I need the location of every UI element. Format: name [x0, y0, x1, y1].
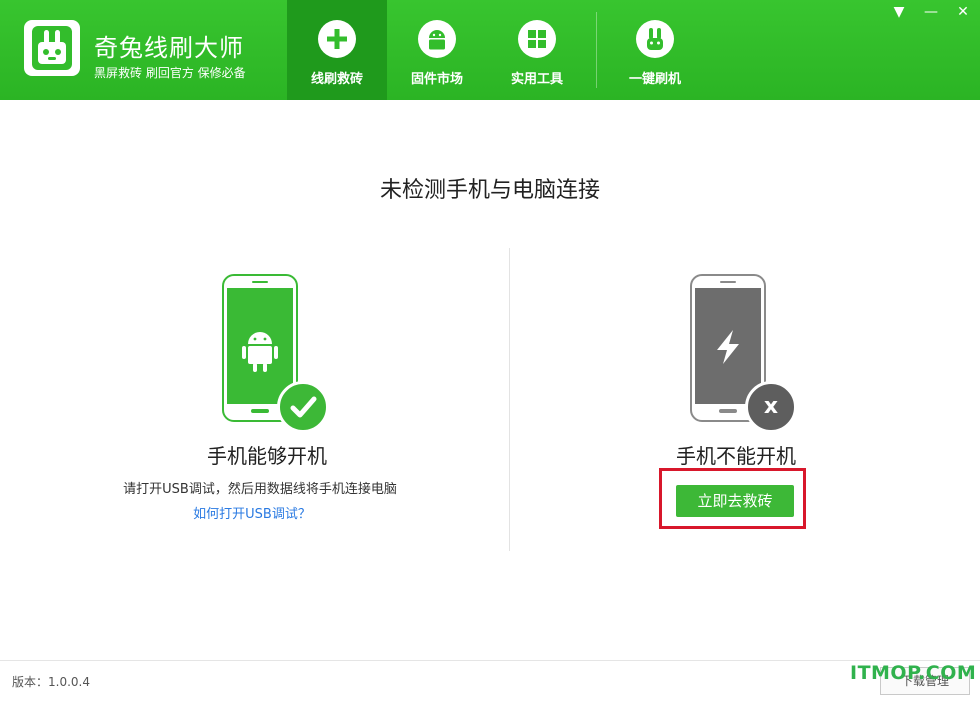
android-icon [418, 20, 456, 58]
tab-one-click-flash[interactable]: 一键刷机 [605, 0, 705, 100]
tab-utilities[interactable]: 实用工具 [487, 0, 587, 100]
tab-label: 一键刷机 [628, 72, 681, 87]
x-icon: x [745, 381, 797, 433]
app-logo [24, 20, 80, 76]
tab-label: 固件市场 [410, 72, 463, 87]
phone-speaker [720, 281, 736, 283]
app-slogan: 黑屏救砖 刷回官方 保修必备 [94, 66, 246, 80]
app-title: 奇兔线刷大师 [94, 34, 244, 62]
nav-divider [596, 12, 597, 88]
close-button[interactable]: ✕ [950, 2, 976, 22]
lightning-icon [717, 330, 739, 364]
status-bar: 版本：1.0.0.4 下载管理 [0, 660, 980, 701]
rescue-button-highlight: 立即去救砖 [659, 468, 806, 529]
phone-screen [695, 288, 761, 404]
phone-home-button [719, 409, 737, 413]
tab-firmware-market[interactable]: 固件市场 [387, 0, 487, 100]
tab-label: 实用工具 [510, 72, 563, 87]
windows-grid-icon [518, 20, 556, 58]
rabbit-logo-icon [32, 26, 72, 70]
go-rescue-button[interactable]: 立即去救砖 [676, 485, 794, 517]
card-divider [509, 248, 510, 551]
version-label: 版本：1.0.0.4 [12, 675, 90, 689]
left-card-description: 请打开USB调试，然后用数据线将手机连接电脑 [123, 482, 397, 497]
left-card-title: 手机能够开机 [207, 444, 327, 468]
plus-icon [318, 20, 356, 58]
minimize-button[interactable]: — [918, 2, 944, 22]
phone-home-button [251, 409, 269, 413]
right-card-title: 手机不能开机 [676, 444, 796, 468]
phone-speaker [252, 281, 268, 283]
header-bar: 奇兔线刷大师 黑屏救砖 刷回官方 保修必备 线刷救砖 固件市场 实用工具 一键刷… [0, 0, 980, 100]
tab-flash-rescue[interactable]: 线刷救砖 [287, 0, 387, 100]
page-title: 未检测手机与电脑连接 [379, 178, 600, 203]
rabbit-icon [636, 20, 674, 58]
tab-label: 线刷救砖 [310, 72, 363, 87]
usb-debug-help-link[interactable]: 如何打开USB调试？ [167, 503, 337, 522]
site-watermark: ITMOP.COM [850, 662, 977, 684]
check-icon [277, 381, 329, 433]
menu-dropdown-button[interactable]: ▼ [886, 2, 912, 22]
